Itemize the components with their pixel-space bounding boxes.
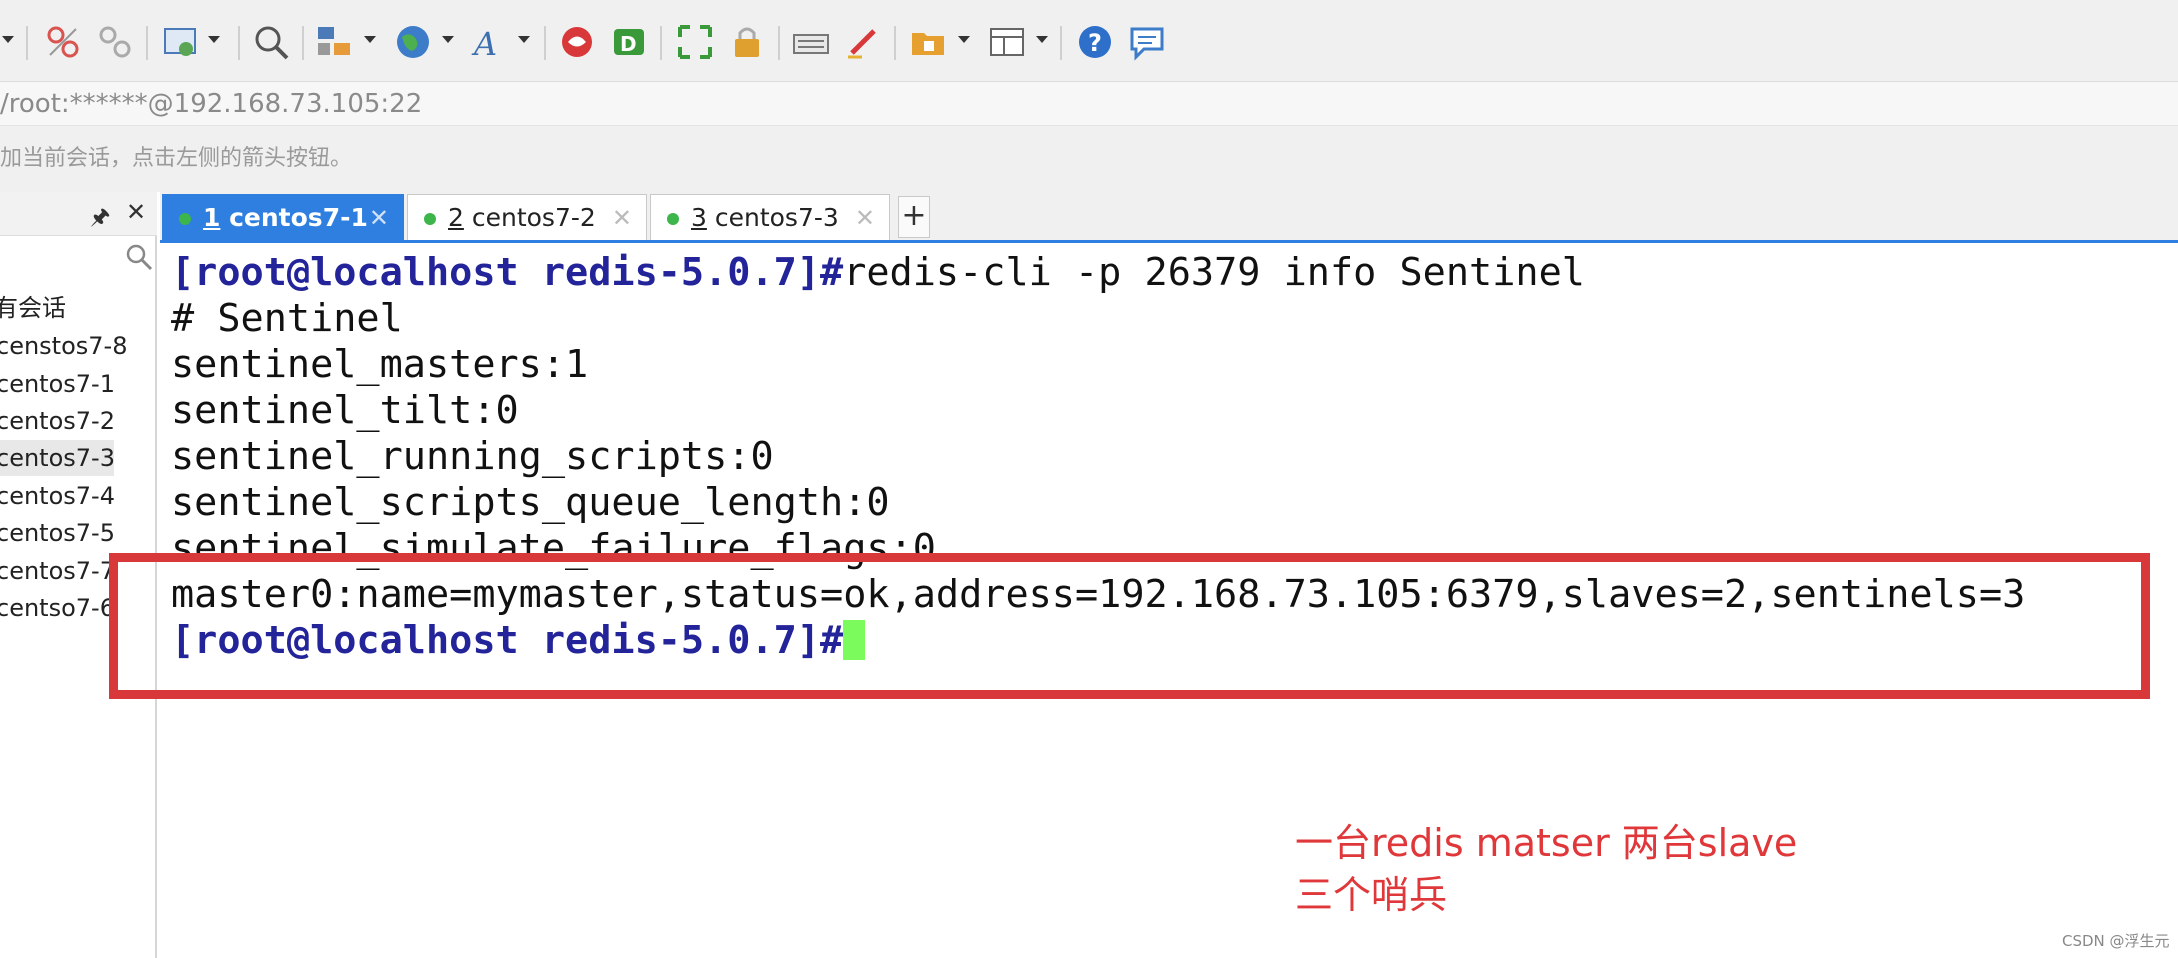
sidebar-item-centos7-5[interactable]: centos7-5	[0, 515, 153, 551]
tab-number: 2	[448, 203, 464, 232]
fullscreen-icon[interactable]	[674, 21, 716, 63]
close-icon[interactable]: ✕	[126, 198, 146, 226]
toolbar-separator	[26, 26, 28, 60]
svg-text:?: ?	[1088, 29, 1102, 57]
tab-centos7-3[interactable]: 3 centos7-3 ✕	[650, 194, 890, 240]
close-icon[interactable]: ✕	[855, 195, 875, 241]
toolbar-separator	[238, 26, 240, 60]
layout-icon[interactable]	[986, 21, 1028, 63]
tab-label: centos7-1	[220, 203, 368, 232]
pin-icon[interactable]: 🖈	[90, 200, 110, 238]
chevron-down-icon[interactable]	[1036, 36, 1048, 43]
search-icon[interactable]	[250, 21, 292, 63]
close-icon[interactable]: ✕	[612, 195, 632, 241]
chevron-down-icon[interactable]	[364, 36, 376, 43]
status-dot	[179, 213, 191, 225]
close-icon[interactable]: ✕	[369, 195, 389, 241]
disconnect-icon[interactable]	[42, 21, 84, 63]
address-bar[interactable]: /root:******@192.168.73.105:22	[0, 82, 2178, 126]
new-folder-icon[interactable]	[908, 21, 950, 63]
address-text: /root:******@192.168.73.105:22	[0, 89, 423, 119]
status-dot	[667, 213, 679, 225]
keyboard-icon[interactable]	[790, 21, 832, 63]
sidebar-item-centos7-1[interactable]: centos7-1	[0, 366, 153, 402]
xshell-icon[interactable]: D	[608, 21, 650, 63]
tab-number: 3	[691, 203, 707, 232]
add-tab-button[interactable]: +	[898, 196, 930, 238]
toolbar-separator	[544, 26, 546, 60]
shell-prompt: [root@localhost redis-5.0.7]#	[171, 250, 844, 295]
session-group-label[interactable]: 有会话	[0, 290, 151, 326]
xftp-icon[interactable]	[556, 21, 598, 63]
hint-bar: 加当前会话，点击左侧的箭头按钮。	[0, 126, 2178, 192]
toolbar-separator	[778, 26, 780, 60]
search-icon[interactable]	[124, 242, 154, 272]
tab-number: 1	[203, 203, 221, 232]
chevron-down-icon[interactable]	[208, 36, 220, 43]
reconnect-icon[interactable]	[94, 21, 136, 63]
sidebar-item-centos7-2[interactable]: centos7-2	[0, 403, 153, 439]
toolbar-separator	[146, 26, 148, 60]
toolbar-separator	[1060, 26, 1062, 60]
sidebar-header: 🖈 ✕	[0, 192, 157, 236]
toolbar-separator	[894, 26, 896, 60]
command-text: redis-cli -p 26379 info Sentinel	[843, 250, 1585, 295]
highlight-box	[109, 553, 2150, 699]
chevron-down-icon[interactable]	[958, 36, 970, 43]
dropdown-arrow-icon[interactable]	[2, 36, 14, 43]
svg-text:D: D	[620, 32, 637, 56]
toolbar-separator	[302, 26, 304, 60]
terminal-line: sentinel_tilt:0	[171, 388, 519, 433]
sidebar-item-centos7-4[interactable]: centos7-4	[0, 478, 153, 514]
svg-text:A: A	[471, 25, 497, 63]
properties-icon[interactable]	[160, 21, 202, 63]
terminal-line: sentinel_masters:1	[171, 342, 589, 387]
transfer-icon[interactable]	[314, 21, 356, 63]
terminal-line: sentinel_running_scripts:0	[171, 434, 774, 479]
tab-centos7-2[interactable]: 2 centos7-2 ✕	[407, 194, 647, 240]
font-icon[interactable]: A	[468, 21, 510, 63]
help-icon[interactable]: ?	[1074, 21, 1116, 63]
globe-icon[interactable]	[392, 21, 434, 63]
chat-icon[interactable]	[1126, 21, 1168, 63]
tab-label: centos7-2	[463, 203, 596, 232]
annotation-line: 一台redis matser 两台slave	[1295, 821, 1798, 865]
annotation-line: 三个哨兵	[1295, 873, 1448, 917]
tab-label: centos7-3	[706, 203, 839, 232]
toolbar-separator	[660, 26, 662, 60]
watermark: CSDN @浮生元	[2062, 932, 2170, 950]
sidebar-item-centos7-3[interactable]: centos7-3	[0, 440, 114, 476]
tab-bar: 1 centos7-1 ✕ 2 centos7-2 ✕ 3 centos7-3 …	[160, 192, 2178, 240]
lock-icon[interactable]	[726, 21, 768, 63]
toolbar: A D ?	[0, 0, 2178, 82]
chevron-down-icon[interactable]	[518, 36, 530, 43]
chevron-down-icon[interactable]	[442, 36, 454, 43]
terminal-line: [root@localhost redis-5.0.7]#redis-cli -…	[171, 250, 1585, 296]
highlight-icon[interactable]	[842, 21, 884, 63]
terminal-line: sentinel_scripts_queue_length:0	[171, 480, 890, 525]
tab-centos7-1[interactable]: 1 centos7-1 ✕	[162, 194, 404, 240]
hint-text: 加当前会话，点击左侧的箭头按钮。	[0, 146, 353, 171]
terminal-line: # Sentinel	[171, 296, 403, 341]
sidebar-item-censtos7-8[interactable]: censtos7-8	[0, 328, 153, 364]
status-dot	[424, 213, 436, 225]
